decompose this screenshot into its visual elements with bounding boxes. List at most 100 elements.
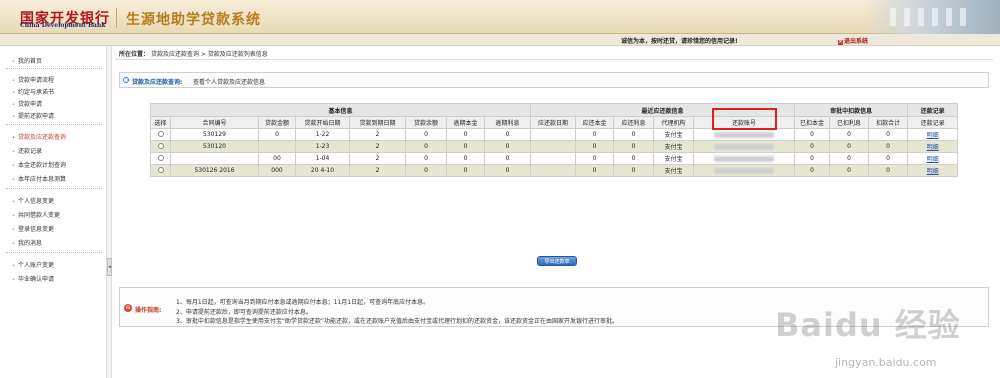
cell-account — [693, 140, 796, 153]
sidebar-item-co-borrower[interactable]: 共同借款人变更 — [12, 210, 60, 219]
sidebar-divider — [6, 188, 102, 189]
header-building-image — [860, 0, 1000, 34]
detail-link[interactable]: 明细 — [927, 144, 939, 151]
cell-due-principal: 0 — [575, 164, 615, 177]
sidebar-item-annual-calc[interactable]: 本年应付本息测算 — [12, 174, 66, 183]
row-radio[interactable] — [157, 130, 164, 137]
cell-due-principal: 0 — [575, 128, 615, 141]
cell-contract: 530120 — [170, 140, 259, 153]
detail-link[interactable]: 明细 — [927, 156, 939, 163]
cell-contract — [170, 152, 259, 165]
sidebar-item-home[interactable]: 我的首页 — [12, 56, 42, 65]
cell-start: 20 4-10 — [295, 164, 350, 177]
sidebar-item-graduation[interactable]: 毕业确认申请 — [12, 274, 54, 283]
cell-balance: 0 — [405, 152, 447, 165]
sidebar-item-agreement[interactable]: 约定与承诺书 — [12, 87, 54, 96]
sidebar-item-repay-record[interactable]: 还款记录 — [12, 146, 42, 155]
detail-link[interactable]: 明细 — [927, 132, 939, 139]
logout-button[interactable]: ×退出系统 — [838, 36, 868, 45]
cell-ded-principal: 0 — [794, 128, 831, 141]
sidebar-item-messages[interactable]: 我的消息 — [12, 238, 42, 247]
group-basic-info: 基本信息 — [149, 103, 532, 117]
col-loan-amount: 贷款金额 — [258, 116, 296, 129]
row-radio[interactable] — [157, 154, 164, 161]
redacted-value — [714, 167, 775, 174]
cell-ded-interest: 0 — [829, 164, 870, 177]
query-panel: 贷款及应还款查询: 查看个人贷款及应还款信息 — [119, 72, 989, 88]
cell-due-date — [530, 128, 577, 141]
cell-over-interest: 0 — [483, 140, 532, 153]
cell-ded-interest: 0 — [829, 152, 870, 165]
cell-due-date — [530, 140, 577, 153]
col-contract-no: 合同编号 — [170, 116, 259, 129]
row-radio[interactable] — [157, 166, 164, 173]
header-divider — [116, 8, 117, 28]
cell-record: 明细 — [907, 140, 959, 153]
sidebar-item-loan-apply[interactable]: 贷款申请 — [12, 99, 42, 108]
redacted-value — [714, 143, 775, 150]
sidebar-splitter[interactable] — [106, 46, 112, 378]
sidebar-item-personal-info[interactable]: 个人信息变更 — [12, 196, 54, 205]
cell-ded-principal: 0 — [794, 152, 831, 165]
cell-ded-principal: 0 — [794, 164, 831, 177]
row-select — [150, 152, 171, 165]
col-start-date: 贷款开始日期 — [295, 116, 350, 129]
collapse-sidebar-icon[interactable]: ◂ — [107, 258, 112, 276]
sidebar-item-loan-query[interactable]: 贷款及应还款查询 — [12, 132, 66, 141]
watermark-url: jingyan.baidu.com — [835, 356, 937, 369]
col-due-date: 应还款日期 — [530, 116, 577, 129]
sidebar-item-login-info[interactable]: 登录信息变更 — [12, 224, 54, 233]
cell-over-interest: 0 — [483, 164, 532, 177]
info-circle-icon — [123, 77, 129, 83]
col-deducted-interest: 已扣利息 — [829, 116, 870, 129]
col-end-date: 贷款到期日期 — [349, 116, 406, 129]
cell-account — [693, 152, 796, 165]
cell-balance: 0 — [405, 164, 447, 177]
sidebar-item-prepay-apply[interactable]: 提前还款申请 — [12, 111, 54, 120]
col-overdue-interest: 逾期利息 — [483, 116, 532, 129]
cell-agency: 支付宝 — [653, 140, 695, 153]
row-radio[interactable] — [157, 142, 164, 149]
logout-label: 退出系统 — [844, 38, 869, 45]
cell-over-principal: 0 — [446, 128, 485, 141]
cell-ded-interest: 0 — [829, 128, 870, 141]
detail-link[interactable]: 明细 — [927, 168, 939, 175]
sidebar-item-principal-plan[interactable]: 本金还款计划查询 — [12, 160, 66, 169]
group-repay-record: 还款记录 — [907, 103, 959, 117]
cell-ded-total: 0 — [868, 152, 909, 165]
cell-start: 1-23 — [295, 140, 350, 153]
cell-due-interest: 0 — [613, 140, 655, 153]
table-row: 530129 0 1-22 2 0 0 0 0 0 支付宝 0 0 0 明细 — [150, 128, 959, 141]
table-row: 530120 1-23 2 0 0 0 0 0 支付宝 0 0 0 明细 — [150, 140, 959, 153]
cell-contract: 530129 — [170, 128, 259, 141]
col-agency: 代理机构 — [653, 116, 695, 129]
baidu-watermark: Baidu 经验 jingyan.baidu.com — [775, 300, 997, 378]
sidebar-divider — [6, 68, 102, 69]
bank-logo-english: China Development Bank — [20, 22, 106, 29]
breadcrumb-divider — [115, 59, 993, 60]
cell-amount — [258, 140, 296, 153]
group-pending-deduction: 审批中扣款信息 — [794, 103, 909, 117]
cell-due-interest: 0 — [613, 164, 655, 177]
cell-amount: 0 — [258, 128, 296, 141]
guide-icon: ⊖ — [124, 304, 132, 312]
cell-ded-interest: 0 — [829, 140, 870, 153]
col-due-interest: 应还利息 — [613, 116, 655, 129]
cell-due-principal: 0 — [575, 140, 615, 153]
sidebar-divider — [6, 252, 102, 253]
sidebar-item-account-change[interactable]: 个人账户变更 — [12, 260, 54, 269]
loan-table: 基本信息 最近应还款信息 审批中扣款信息 还款记录 选择 合同编号 贷款金额 贷… — [149, 103, 959, 177]
cell-due-interest: 0 — [613, 152, 655, 165]
cell-over-interest: 0 — [483, 152, 532, 165]
sidebar-item-apply-process[interactable]: 贷款申请流程 — [12, 75, 54, 84]
cell-amount: 00 — [258, 152, 296, 165]
cell-account — [693, 164, 796, 177]
cell-over-principal: 0 — [446, 164, 485, 177]
cell-over-interest: 0 — [483, 128, 532, 141]
cell-record: 明细 — [907, 128, 959, 141]
row-select — [150, 128, 171, 141]
credit-motto: 诚信为本，按时还贷，请珍惜您的信用记录! — [621, 38, 738, 45]
cell-over-principal: 0 — [446, 152, 485, 165]
export-repayment-button[interactable]: 导出还款单 — [537, 256, 577, 266]
cell-end: 2 — [349, 140, 406, 153]
